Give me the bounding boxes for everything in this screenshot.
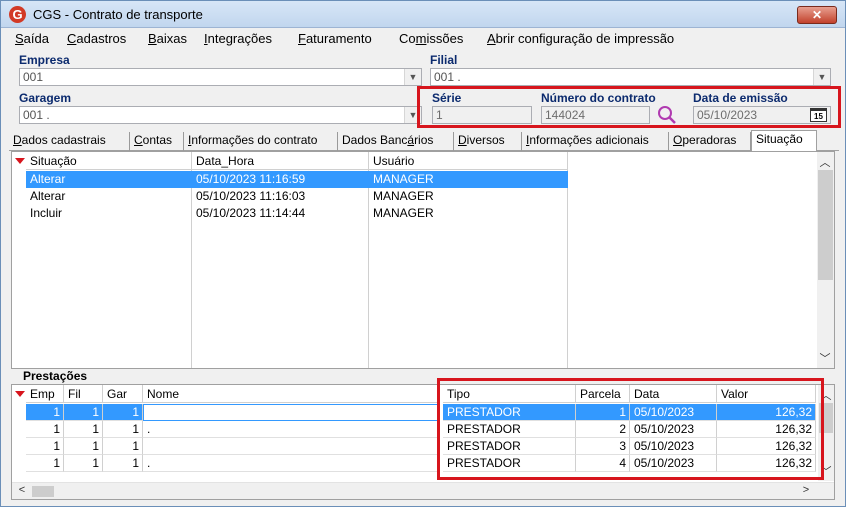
tab[interactable]: Contas xyxy=(130,132,184,151)
tab[interactable]: Informações adicionais xyxy=(522,132,669,151)
table-cell: 1 xyxy=(103,404,143,421)
table-cell: 1 xyxy=(103,438,143,455)
close-button[interactable]: ✕ xyxy=(797,6,837,24)
table-cell: 1 xyxy=(26,421,64,438)
situacao-grid: Situação Data_Hora Usuário Alterar 05/10/… xyxy=(11,151,835,369)
scroll-down-icon[interactable]: ﹀ xyxy=(817,350,833,366)
app-logo-icon: G xyxy=(9,6,26,23)
table-cell: . xyxy=(143,421,439,438)
table-cell: 05/10/2023 11:14:44 xyxy=(196,206,306,220)
menu-item[interactable]: Abrir configuração de impressão xyxy=(487,31,674,46)
menu-item[interactable]: Integrações xyxy=(204,31,272,46)
scroll-up-icon[interactable]: ︿ xyxy=(817,154,833,170)
tab[interactable]: Diversos xyxy=(454,132,522,151)
table-row[interactable]: Alterar 05/10/2023 11:16:03 MANAGER xyxy=(12,188,568,205)
highlight-box-header xyxy=(417,86,841,128)
menu-bar: Saída Cadastros Baixas Integrações Faturamen… xyxy=(1,28,845,49)
title-bar: G CGS - Contrato de transporte ✕ xyxy=(1,1,845,28)
chevron-down-icon[interactable]: ▼ xyxy=(404,69,421,85)
table-cell: Alterar xyxy=(30,189,66,203)
tab[interactable]: Situação xyxy=(751,130,817,152)
highlight-box-prestacoes xyxy=(437,378,824,480)
scroll-right-icon[interactable]: > xyxy=(798,484,814,496)
scrollbar-thumb[interactable] xyxy=(818,170,833,280)
column-header-usuario[interactable]: Usuário xyxy=(369,152,568,170)
horizontal-scrollbar[interactable]: < > xyxy=(12,482,834,499)
table-row[interactable]: Alterar 05/10/2023 11:16:59 MANAGER xyxy=(12,171,568,188)
table-cell: 1 xyxy=(26,404,64,421)
menu-item[interactable]: Faturamento xyxy=(298,31,372,46)
filial-select[interactable]: 001 . ▼ xyxy=(430,68,831,86)
empresa-label: Empresa xyxy=(19,53,70,67)
table-cell: . xyxy=(143,455,439,472)
column-header[interactable]: Emp xyxy=(26,385,64,403)
table-cell xyxy=(143,438,439,455)
empresa-value: 001 xyxy=(23,70,44,84)
column-header-situacao[interactable]: Situação xyxy=(26,152,192,170)
table-cell: 1 xyxy=(26,455,64,472)
table-cell: 1 xyxy=(103,421,143,438)
table-cell: MANAGER xyxy=(369,171,568,188)
prestacoes-label: Prestações xyxy=(23,369,88,383)
garagem-select[interactable]: 001 . ▼ xyxy=(19,106,422,124)
tab[interactable]: Dados Bancários xyxy=(338,132,454,151)
main-window: G CGS - Contrato de transporte ✕ Saída Ca… xyxy=(0,0,846,507)
sort-indicator-icon xyxy=(15,391,25,397)
column-header[interactable]: Nome xyxy=(143,385,439,403)
table-cell xyxy=(143,404,439,421)
table-cell: 1 xyxy=(26,438,64,455)
empresa-select[interactable]: 001 ▼ xyxy=(19,68,422,86)
table-cell: MANAGER xyxy=(373,206,434,220)
column-header[interactable]: Fil xyxy=(64,385,103,403)
table-cell: MANAGER xyxy=(373,189,434,203)
garagem-label: Garagem xyxy=(19,91,72,105)
tab-strip: Dados cadastrais Contas Informações do con… xyxy=(9,130,839,152)
sort-indicator-icon xyxy=(15,158,25,164)
scrollbar-thumb[interactable] xyxy=(32,486,54,497)
vertical-scrollbar[interactable]: ︿ ﹀ xyxy=(817,152,834,368)
menu-item[interactable]: Comissões xyxy=(399,31,463,46)
menu-item[interactable]: Baixas xyxy=(148,31,187,46)
table-cell: 1 xyxy=(64,421,103,438)
table-cell: Alterar xyxy=(26,171,192,188)
tab[interactable]: Informações do contrato xyxy=(184,132,338,151)
window-title: CGS - Contrato de transporte xyxy=(33,7,203,22)
filial-value: 001 . xyxy=(434,70,461,84)
column-header-data-hora[interactable]: Data_Hora xyxy=(192,152,369,170)
table-cell: 1 xyxy=(64,404,103,421)
tab[interactable]: Operadoras xyxy=(669,132,751,151)
table-cell: 1 xyxy=(64,455,103,472)
garagem-value: 001 . xyxy=(23,108,50,122)
table-cell: 1 xyxy=(64,438,103,455)
table-cell: 05/10/2023 11:16:59 xyxy=(192,171,369,188)
table-cell: Incluir xyxy=(30,206,63,220)
table-cell: 05/10/2023 11:16:03 xyxy=(196,189,306,203)
table-row[interactable]: Incluir 05/10/2023 11:14:44 MANAGER xyxy=(12,205,568,222)
chevron-down-icon[interactable]: ▼ xyxy=(813,69,830,85)
column-header[interactable]: Gar xyxy=(103,385,143,403)
menu-item[interactable]: Cadastros xyxy=(67,31,126,46)
table-cell: 1 xyxy=(103,455,143,472)
menu-item[interactable]: Saída xyxy=(15,31,49,46)
scroll-left-icon[interactable]: < xyxy=(14,484,30,496)
filial-label: Filial xyxy=(430,53,458,67)
tab[interactable]: Dados cadastrais xyxy=(9,132,130,151)
